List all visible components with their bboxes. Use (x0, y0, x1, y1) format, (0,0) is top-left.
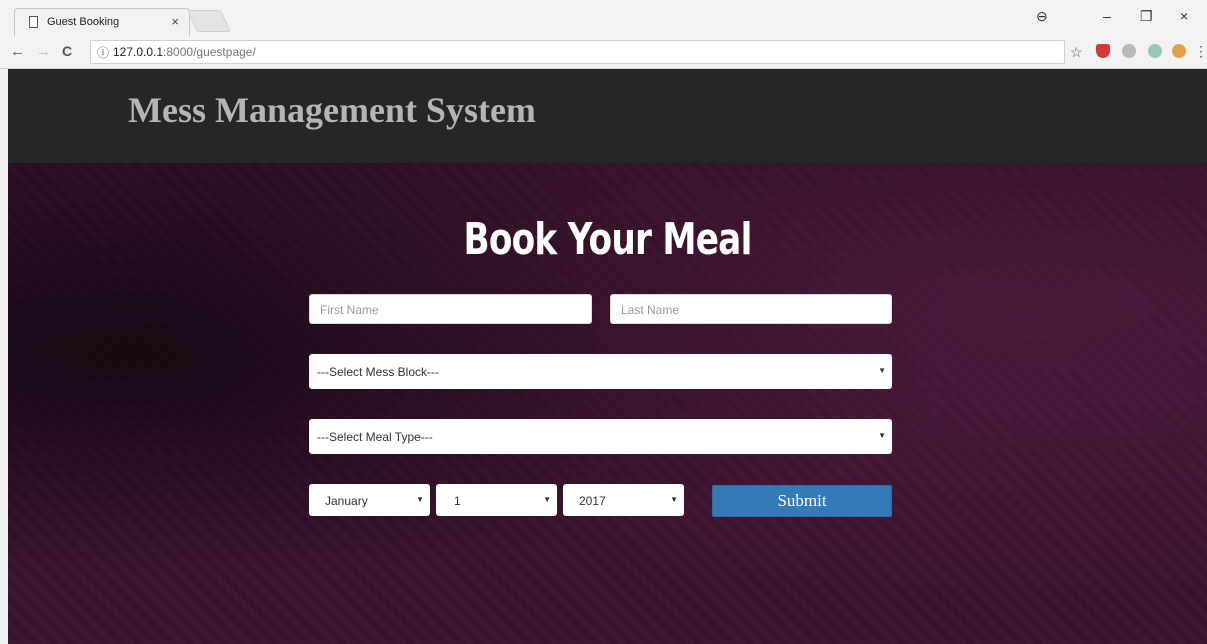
meal-type-select[interactable]: ---Select Meal Type--- ▼ (309, 419, 892, 454)
tab-title: Guest Booking (47, 16, 120, 28)
extension-icon[interactable] (1122, 44, 1136, 58)
submit-button[interactable]: Submit (712, 485, 892, 517)
chevron-down-icon: ▼ (670, 495, 678, 504)
chevron-down-icon: ▼ (878, 431, 886, 440)
mess-block-value: ---Select Mess Block--- (317, 365, 440, 379)
new-tab-button[interactable] (186, 10, 232, 32)
chevron-down-icon: ▼ (416, 495, 424, 504)
page-icon (29, 16, 38, 28)
tab-close-icon[interactable]: × (171, 14, 179, 29)
close-window-button[interactable]: × (1180, 8, 1188, 24)
chevron-down-icon: ▼ (543, 495, 551, 504)
year-select[interactable]: 2017 ▼ (563, 484, 684, 516)
profile-extension-icon[interactable] (1172, 44, 1186, 58)
url-host: 127.0.0.1 (113, 45, 164, 59)
chevron-down-icon: ▼ (878, 366, 886, 375)
booking-section: Book Your Meal First Name Last Name ---S… (8, 163, 1207, 644)
menu-icon[interactable]: ⋮ (1194, 43, 1207, 60)
last-name-input[interactable]: Last Name (610, 294, 892, 324)
account-icon[interactable]: ⊖ (1036, 8, 1048, 25)
page-title: Book Your Meal (463, 214, 752, 265)
url-path: :8000/guestpage/ (163, 45, 256, 59)
extension-icon[interactable] (1148, 44, 1162, 58)
address-bar[interactable]: ⓘ 127.0.0.1:8000/guestpage/ (90, 40, 1065, 64)
day-value: 1 (454, 494, 461, 508)
year-value: 2017 (579, 494, 606, 508)
month-value: January (325, 494, 368, 508)
meal-type-value: ---Select Meal Type--- (317, 430, 433, 444)
browser-toolbar: ← → C ⓘ 127.0.0.1:8000/guestpage/ ☆ ⋮ (0, 36, 1207, 69)
reload-button[interactable]: C (62, 43, 72, 59)
site-brand[interactable]: Mess Management System (128, 89, 536, 131)
restore-button[interactable]: ❐ (1140, 8, 1153, 25)
url-text: 127.0.0.1:8000/guestpage/ (113, 45, 256, 59)
month-select[interactable]: January ▼ (309, 484, 430, 516)
site-header: Mess Management System (8, 69, 1207, 163)
back-button[interactable]: ← (10, 43, 25, 60)
info-icon[interactable]: ⓘ (97, 44, 109, 61)
shield-extension-icon[interactable] (1096, 44, 1110, 58)
browser-tab-bar: Guest Booking × ⊖ – ❐ × (0, 0, 1207, 36)
day-select[interactable]: 1 ▼ (436, 484, 557, 516)
mess-block-select[interactable]: ---Select Mess Block--- ▼ (309, 354, 892, 389)
first-name-input[interactable]: First Name (309, 294, 592, 324)
web-page: Mess Management System Book Your Meal Fi… (8, 69, 1207, 644)
forward-button[interactable]: → (36, 43, 51, 60)
browser-tab[interactable]: Guest Booking × (14, 8, 190, 36)
minimize-button[interactable]: – (1103, 8, 1111, 24)
bookmark-star-icon[interactable]: ☆ (1070, 44, 1083, 61)
